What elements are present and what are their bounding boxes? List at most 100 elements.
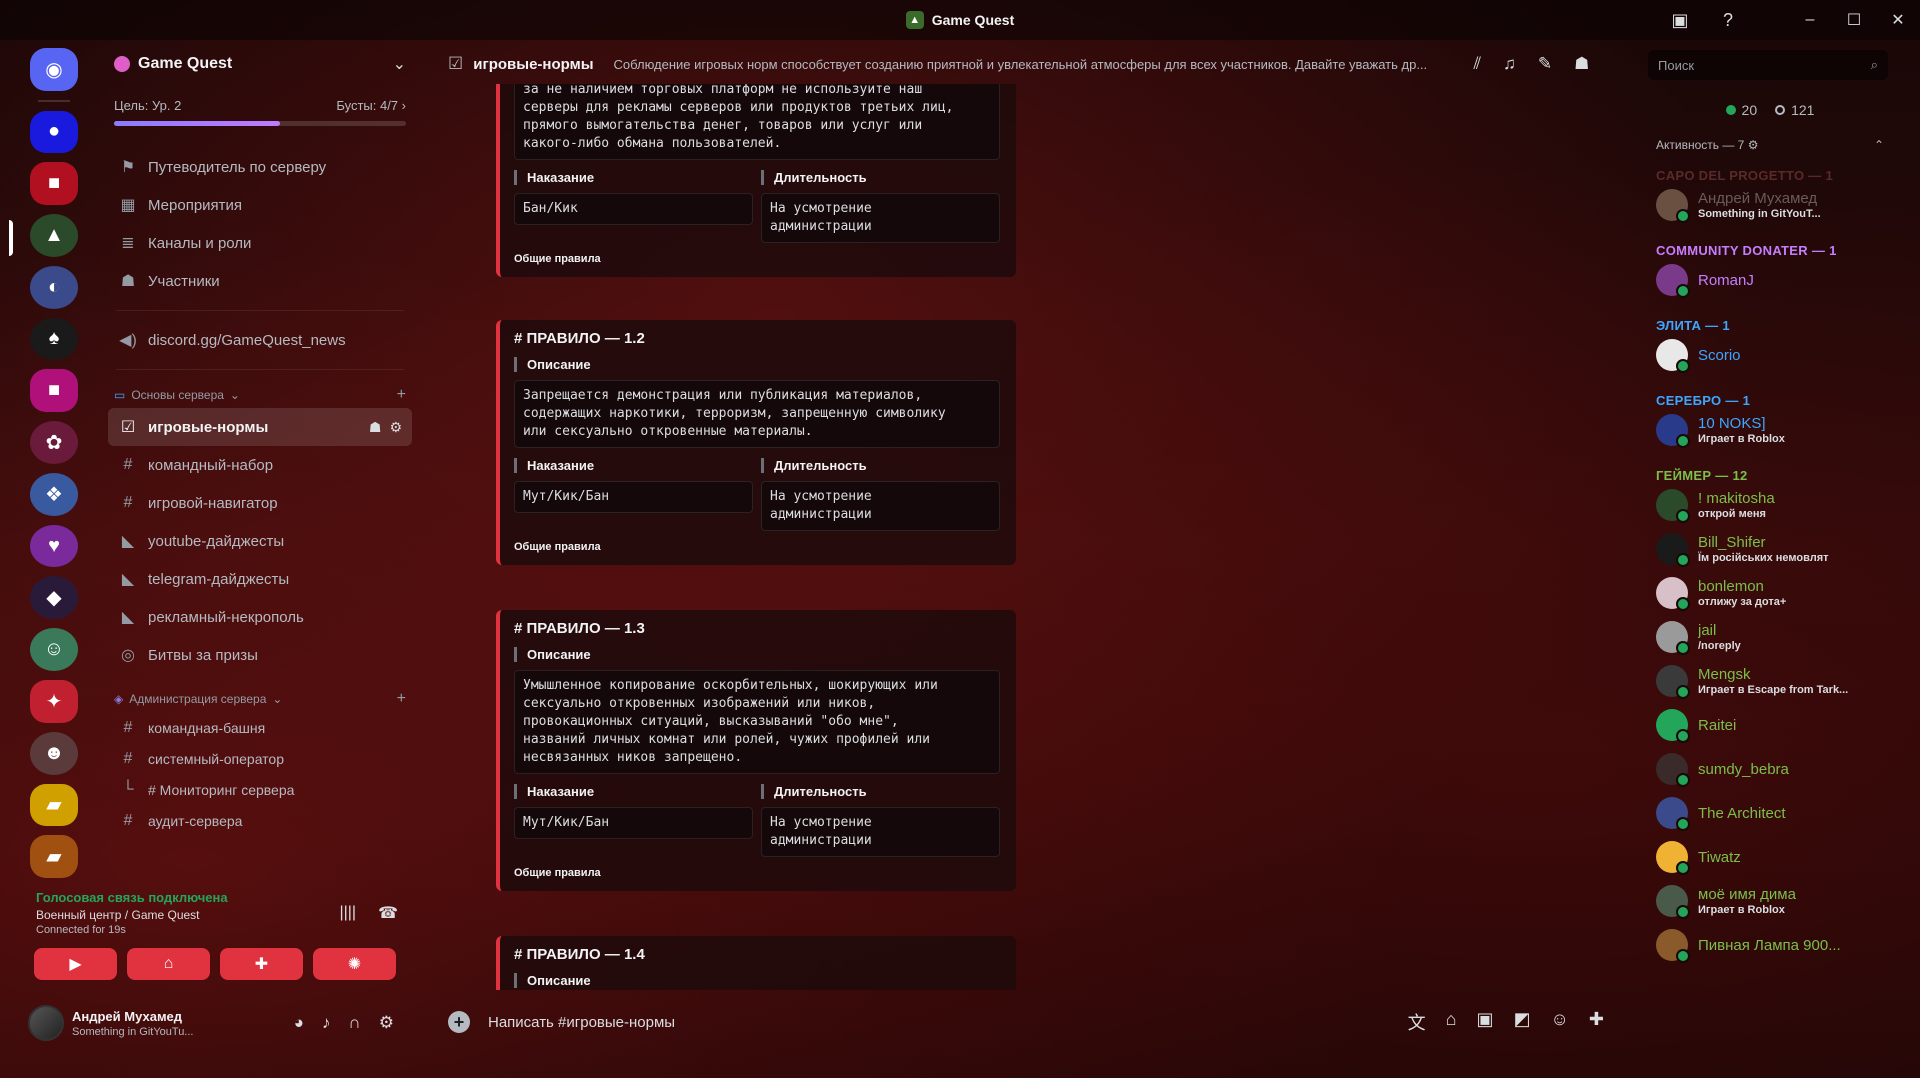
chevron-up-icon[interactable]: ⌃ xyxy=(1874,138,1884,152)
field-label: Длительность xyxy=(761,784,1000,799)
member-item[interactable]: jail/noreply xyxy=(1640,615,1900,659)
member-item[interactable]: Mengsk Играет в Escape from Tark... xyxy=(1640,659,1900,703)
channel-youtube-digests[interactable]: ◣ youtube-дайджесты xyxy=(108,522,412,560)
server-header[interactable]: Game Quest ⌄ xyxy=(104,44,416,84)
server-icon[interactable]: ■ xyxy=(30,369,78,413)
server-icon[interactable]: ☺ xyxy=(30,628,78,671)
translate-icon[interactable]: 文 xyxy=(1408,1009,1426,1035)
boost-progress[interactable]: Цель: Ур. 2 Бусты: 4/7 › xyxy=(104,98,416,126)
field-label: Длительность xyxy=(761,458,1000,473)
category-server-basics[interactable]: ▭ Основы сервера ⌄ + xyxy=(104,382,416,408)
soundboard-button[interactable]: ✺ xyxy=(313,948,396,980)
gif-icon[interactable]: ▣ xyxy=(1476,1009,1493,1035)
member-item[interactable]: Raitei xyxy=(1640,703,1900,747)
sticker-icon[interactable]: ◩ xyxy=(1514,1009,1531,1035)
server-icon[interactable]: ■ xyxy=(30,162,78,206)
camera-button[interactable]: ▶ xyxy=(34,948,117,980)
add-channel-button[interactable]: + xyxy=(397,386,406,404)
divider xyxy=(116,310,404,311)
server-icon[interactable]: ◆ xyxy=(30,576,78,620)
channel-game-rules[interactable]: ☑ игровые-нормы ☗ ⚙ xyxy=(108,408,412,446)
message-list: за не наличием торговых платформ не испо… xyxy=(436,84,1616,990)
member-item[interactable]: The Architect xyxy=(1640,791,1900,835)
pin-icon[interactable]: ✎ xyxy=(1538,54,1552,74)
channel-command-tower[interactable]: # командная-башня xyxy=(108,712,412,743)
embed-footer: Общие правила xyxy=(514,867,601,879)
folder-icon[interactable]: ▰ xyxy=(30,783,78,827)
activity-header[interactable]: Активность — 7 ⚙ ⌃ xyxy=(1640,138,1900,152)
server-icon[interactable]: ● xyxy=(30,110,78,154)
maximize-button[interactable]: ☐ xyxy=(1832,10,1876,30)
server-icon[interactable]: ♥ xyxy=(30,524,78,568)
activities-button[interactable]: ✚ xyxy=(220,948,303,980)
screen-share-button[interactable]: ⌂ xyxy=(127,948,210,980)
microphone-icon[interactable]: ♪ xyxy=(322,1013,331,1033)
hash-lock-icon: # xyxy=(123,749,133,767)
member-item[interactable]: Андрей Мухамед Something in GitYouT... xyxy=(1640,183,1900,227)
member-item[interactable]: sumdy_bebra xyxy=(1640,747,1900,791)
emoji-icon[interactable]: ☺ xyxy=(1551,1009,1569,1035)
channel-stage[interactable]: ◀) discord.gg/GameQuest_news xyxy=(108,321,412,359)
close-button[interactable]: ✕ xyxy=(1876,10,1920,30)
thread-server-monitoring[interactable]: └ # Мониторинг сервера xyxy=(108,774,412,805)
channel-ads-necropolis[interactable]: ◣ рекламный-некрополь xyxy=(108,598,412,636)
gift-icon[interactable]: ⌂ xyxy=(1446,1009,1457,1035)
gear-icon[interactable]: ⚙ xyxy=(389,419,402,436)
add-attachment-button[interactable]: + xyxy=(448,1011,470,1033)
nav-events[interactable]: ▦ Мероприятия xyxy=(108,186,412,224)
search-input[interactable]: Поиск ⌕ xyxy=(1648,50,1888,80)
channel-team-recruit[interactable]: # командный-набор xyxy=(108,446,412,484)
member-item[interactable]: Tiwatz xyxy=(1640,835,1900,879)
server-icon-game-quest[interactable]: ▲ xyxy=(9,214,78,257)
disconnect-icon[interactable]: ☎ xyxy=(378,903,398,923)
nav-server-guide[interactable]: ⚑ Путеводитель по серверу xyxy=(108,148,412,186)
invite-icon[interactable]: ☗ xyxy=(369,419,382,436)
channel-game-navigator[interactable]: # игровой-навигатор xyxy=(108,484,412,522)
member-item[interactable]: Bill_Shifer Їм російських немовлят xyxy=(1640,527,1900,571)
channel-system-operator[interactable]: # системный-оператор xyxy=(108,743,412,774)
member-item[interactable]: 10 NOKS] Играет в Roblox xyxy=(1640,408,1900,452)
member-item[interactable]: ! makitosha открой меня xyxy=(1640,483,1900,527)
channel-telegram-digests[interactable]: ◣ telegram-дайджесты xyxy=(108,560,412,598)
member-item[interactable]: bonlemon отлижу за дота+ xyxy=(1640,571,1900,615)
member-item[interactable]: Scorio xyxy=(1640,333,1900,377)
window-title: Game Quest xyxy=(931,12,1015,28)
member-item[interactable]: RomanJ xyxy=(1640,258,1900,302)
chevron-down-icon[interactable]: ⌄ xyxy=(393,54,406,74)
channel-server-audit[interactable]: # аудит-сервера xyxy=(108,805,412,836)
headphones-icon[interactable]: ∩ xyxy=(349,1013,361,1033)
channel-prize-battles[interactable]: ◎ Битвы за призы xyxy=(108,636,412,674)
category-server-admin[interactable]: ◈ Администрация сервера ⌄ + xyxy=(104,686,416,712)
voice-location[interactable]: Военный центр / Game Quest xyxy=(36,908,228,922)
member-name: RomanJ xyxy=(1698,271,1754,289)
server-icon[interactable]: ✿ xyxy=(30,421,78,464)
minimize-button[interactable]: – xyxy=(1788,11,1832,29)
soundboard-icon[interactable]: |||| xyxy=(339,904,356,922)
help-icon[interactable]: ? xyxy=(1716,8,1740,32)
gamepad-icon[interactable]: ◕ xyxy=(294,1013,304,1033)
threads-icon[interactable]: ⫽ xyxy=(1474,54,1482,74)
server-icon[interactable]: ☻ xyxy=(30,731,78,775)
megaphone-icon: ◣ xyxy=(121,533,135,550)
gear-icon[interactable]: ⚙ xyxy=(379,1013,394,1033)
members-icon[interactable]: ☗ xyxy=(1574,54,1589,74)
channel-topic[interactable]: Соблюдение игровых норм способствует соз… xyxy=(614,57,1454,72)
bell-icon[interactable]: ♫ xyxy=(1503,54,1516,74)
message-input[interactable]: Написать #игровые-нормы xyxy=(488,1014,675,1031)
nav-channels-roles[interactable]: ≣ Каналы и роли xyxy=(108,224,412,262)
avatar[interactable] xyxy=(28,1005,64,1041)
discord-home-icon[interactable]: ◉ xyxy=(30,48,78,91)
member-item[interactable]: моё имя дима Играет в Roblox xyxy=(1640,879,1900,923)
server-icon[interactable]: ✦ xyxy=(30,679,78,723)
member-item[interactable]: Пивная Лампа 900... xyxy=(1640,923,1900,967)
apps-icon[interactable]: ✚ xyxy=(1589,1009,1604,1035)
server-icon[interactable]: ❖ xyxy=(30,472,78,516)
folder-icon[interactable]: ▰ xyxy=(30,835,78,879)
nav-members[interactable]: ☗ Участники xyxy=(108,262,412,300)
server-icon[interactable]: ♠ xyxy=(30,317,78,361)
inbox-icon[interactable]: ▣ xyxy=(1668,8,1692,32)
add-channel-button[interactable]: + xyxy=(397,690,406,708)
rule-description: Умышленное копирование оскорбительных, ш… xyxy=(514,670,1000,774)
user-name[interactable]: Андрей Мухамед xyxy=(72,1009,193,1024)
server-icon[interactable]: ◐ xyxy=(30,265,78,309)
